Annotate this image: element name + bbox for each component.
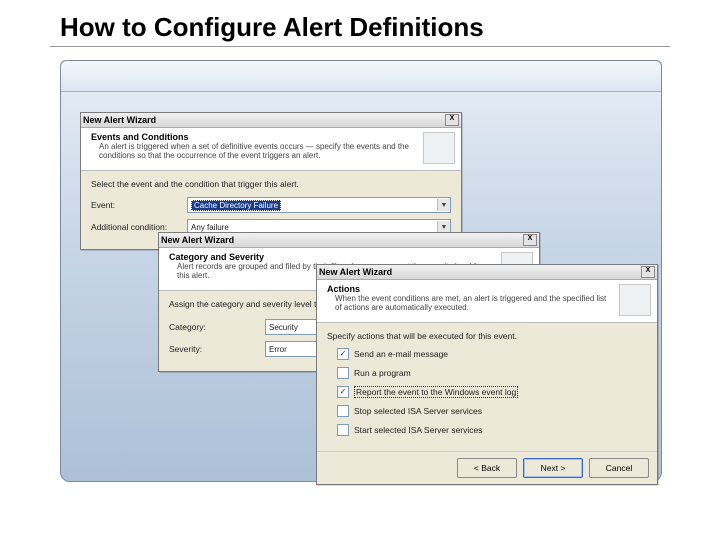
header-description: When the event conditions are met, an al… [327,295,615,313]
checkbox-label: Report the event to the Windows event lo… [354,386,518,398]
chevron-down-icon[interactable]: ▼ [437,199,450,211]
condition-label: Additional condition: [91,222,181,232]
close-icon[interactable]: X [445,114,459,126]
header-title: Category and Severity [169,252,497,262]
slide-title: How to Configure Alert Definitions [60,12,484,43]
severity-label: Severity: [169,344,259,354]
header-description: An alert is triggered when a set of defi… [91,143,419,161]
checkbox-send-email[interactable] [337,348,349,360]
checkbox-label: Send an e-mail message [354,349,448,359]
dialog-title: New Alert Wizard [83,115,156,125]
window-titlebar [61,61,661,92]
header-title: Events and Conditions [91,132,419,142]
dialog-titlebar[interactable]: New Alert Wizard X [317,265,657,280]
back-button[interactable]: < Back [457,458,517,478]
checkbox-start-services[interactable] [337,424,349,436]
checkbox-run-program[interactable] [337,367,349,379]
wizard-icon [423,132,455,164]
checkbox-label: Start selected ISA Server services [354,425,483,435]
category-value: Security [269,323,298,332]
next-button[interactable]: Next > [523,458,583,478]
checkbox-stop-services[interactable] [337,405,349,417]
close-icon[interactable]: X [523,234,537,246]
prompt-text: Specify actions that will be executed fo… [327,331,647,341]
dialog-header: Events and Conditions An alert is trigge… [81,128,461,171]
dialog-title: New Alert Wizard [319,267,392,277]
button-bar: < Back Next > Cancel [317,451,657,484]
category-label: Category: [169,322,259,332]
dialog-titlebar[interactable]: New Alert Wizard X [81,113,461,128]
event-value: Cache Directory Failure [191,200,281,211]
wizard-events-dialog: New Alert Wizard X Events and Conditions… [80,112,462,250]
cancel-button[interactable]: Cancel [589,458,649,478]
prompt-text: Select the event and the condition that … [91,179,451,189]
dialog-header: Actions When the event conditions are me… [317,280,657,323]
wizard-actions-dialog: New Alert Wizard X Actions When the even… [316,264,658,485]
dialog-title: New Alert Wizard [161,235,234,245]
dialog-titlebar[interactable]: New Alert Wizard X [159,233,539,248]
condition-value: Any failure [191,223,229,232]
close-icon[interactable]: X [641,266,655,278]
event-label: Event: [91,200,181,210]
checkbox-label: Run a program [354,368,411,378]
header-title: Actions [327,284,615,294]
severity-value: Error [269,345,287,354]
checkbox-report-eventlog[interactable] [337,386,349,398]
event-dropdown[interactable]: Cache Directory Failure ▼ [187,197,451,213]
wizard-icon [619,284,651,316]
divider [50,46,670,47]
checkbox-label: Stop selected ISA Server services [354,406,482,416]
